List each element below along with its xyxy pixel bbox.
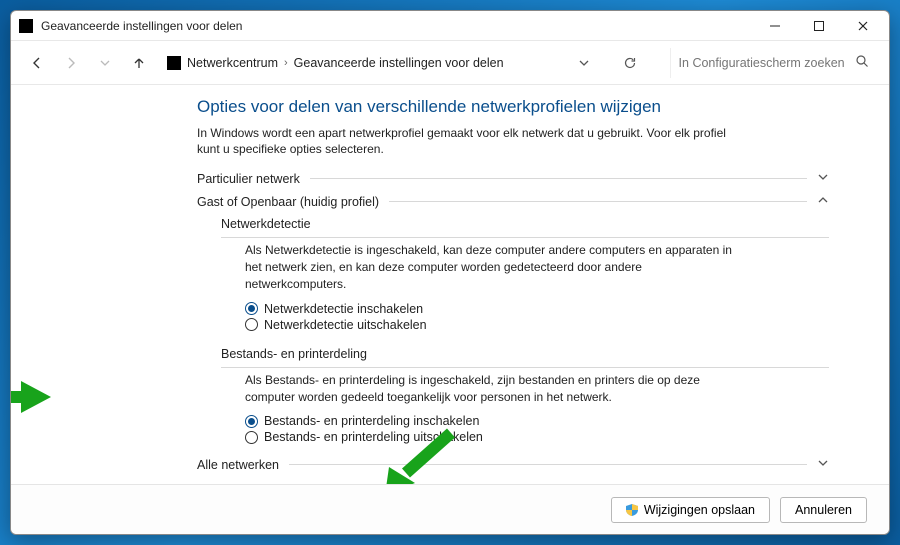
- breadcrumb-root[interactable]: Netwerkcentrum: [187, 56, 278, 70]
- section-all-networks[interactable]: Alle netwerken: [197, 457, 829, 472]
- section-private-network[interactable]: Particulier netwerk: [197, 171, 829, 186]
- radio-net-detect-on[interactable]: Netwerkdetectie inschakelen: [245, 301, 829, 317]
- refresh-button[interactable]: [616, 49, 644, 77]
- section-private-label: Particulier netwerk: [197, 172, 300, 186]
- breadcrumb-separator-icon: ›: [284, 57, 288, 69]
- radio-icon: [245, 415, 258, 428]
- location-icon: [167, 56, 181, 70]
- control-panel-window: Geavanceerde instellingen voor delen Net…: [10, 10, 890, 535]
- up-button[interactable]: [125, 49, 153, 77]
- search-input[interactable]: [679, 56, 855, 70]
- section-guest-label: Gast of Openbaar (huidig profiel): [197, 195, 379, 209]
- close-button[interactable]: [841, 12, 885, 40]
- radio-icon: [245, 318, 258, 331]
- network-discovery-desc: Als Netwerkdetectie is ingeschakeld, kan…: [245, 242, 745, 292]
- save-button[interactable]: Wijzigingen opslaan: [611, 497, 770, 523]
- forward-button[interactable]: [57, 49, 85, 77]
- address-dropdown-button[interactable]: [570, 49, 598, 77]
- radio-label: Netwerkdetectie uitschakelen: [264, 318, 427, 332]
- radio-label: Bestands- en printerdeling uitschakelen: [264, 430, 483, 444]
- titlebar: Geavanceerde instellingen voor delen: [11, 11, 889, 41]
- search-box[interactable]: [670, 48, 877, 78]
- footer: Wijzigingen opslaan Annuleren: [11, 484, 889, 534]
- radio-file-share-on[interactable]: Bestands- en printerdeling inschakelen: [245, 413, 829, 429]
- section-all-label: Alle netwerken: [197, 458, 279, 472]
- breadcrumb-current[interactable]: Geavanceerde instellingen voor delen: [294, 56, 504, 70]
- search-icon: [855, 54, 869, 71]
- chevron-down-icon: [817, 171, 829, 186]
- chevron-down-icon: [817, 457, 829, 472]
- navbar: Netwerkcentrum › Geavanceerde instelling…: [11, 41, 889, 85]
- radio-label: Bestands- en printerdeling inschakelen: [264, 414, 479, 428]
- radio-icon: [245, 431, 258, 444]
- chevron-up-icon: [817, 194, 829, 209]
- radio-file-share-off[interactable]: Bestands- en printerdeling uitschakelen: [245, 429, 829, 445]
- window-title: Geavanceerde instellingen voor delen: [41, 19, 753, 33]
- radio-icon: [245, 302, 258, 315]
- cancel-label: Annuleren: [795, 503, 852, 517]
- file-sharing-title: Bestands- en printerdeling: [221, 347, 829, 361]
- shield-icon: [626, 504, 638, 516]
- minimize-button[interactable]: [753, 12, 797, 40]
- network-discovery-title: Netwerkdetectie: [221, 217, 829, 231]
- content-area: Opties voor delen van verschillende netw…: [11, 85, 889, 484]
- cancel-button[interactable]: Annuleren: [780, 497, 867, 523]
- annotation-arrow-icon: [11, 377, 51, 417]
- address-bar[interactable]: Netwerkcentrum › Geavanceerde instelling…: [159, 56, 504, 70]
- save-label: Wijzigingen opslaan: [644, 503, 755, 517]
- file-sharing-desc: Als Bestands- en printerdeling is ingesc…: [245, 372, 745, 406]
- maximize-button[interactable]: [797, 12, 841, 40]
- recent-locations-button[interactable]: [91, 49, 119, 77]
- back-button[interactable]: [23, 49, 51, 77]
- radio-net-detect-off[interactable]: Netwerkdetectie uitschakelen: [245, 317, 829, 333]
- page-intro: In Windows wordt een apart netwerkprofie…: [197, 125, 737, 157]
- page-title: Opties voor delen van verschillende netw…: [197, 97, 829, 117]
- section-guest-public[interactable]: Gast of Openbaar (huidig profiel): [197, 194, 829, 209]
- app-icon: [19, 19, 33, 33]
- radio-label: Netwerkdetectie inschakelen: [264, 302, 423, 316]
